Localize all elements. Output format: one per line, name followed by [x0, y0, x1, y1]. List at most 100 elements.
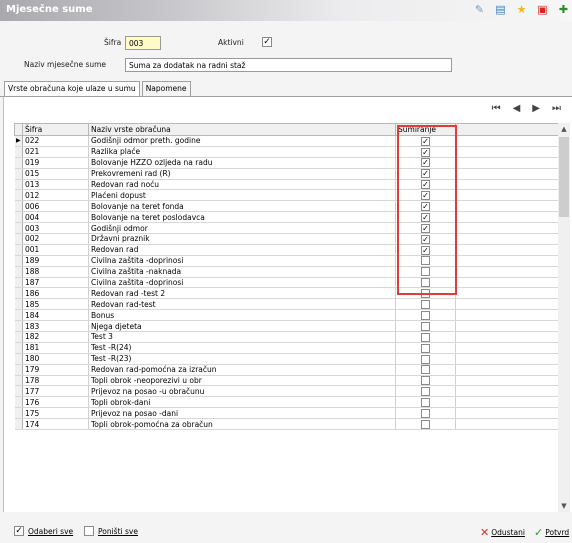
- edit-icon[interactable]: ✎: [473, 3, 486, 16]
- cell-naziv[interactable]: Redovan rad: [88, 244, 396, 256]
- pdf-icon[interactable]: ▣: [536, 3, 549, 16]
- cell-naziv[interactable]: Godišnji odmor: [88, 222, 396, 235]
- cell-sifra[interactable]: 185: [22, 298, 89, 311]
- sumiranje-checkbox[interactable]: [421, 310, 430, 320]
- cell-naziv[interactable]: Prijevoz na posao -u obračunu: [88, 385, 396, 398]
- cell-naziv[interactable]: Topli obrok-dani: [88, 396, 396, 409]
- table-row[interactable]: 006 Bolovanje na teret fonda ✓: [14, 200, 560, 213]
- last-record-icon[interactable]: ⏭: [552, 103, 561, 114]
- sumiranje-checkbox[interactable]: ✓: [421, 136, 430, 146]
- table-row[interactable]: 019 Bolovanje HZZO ozljeda na radu ✓: [14, 157, 560, 169]
- cell-sifra[interactable]: 180: [22, 353, 89, 365]
- cell-sifra[interactable]: 019: [22, 157, 89, 169]
- table-row[interactable]: 178 Topli obrok -neoporezivi u obr: [14, 375, 560, 387]
- sumiranje-checkbox[interactable]: [421, 278, 430, 287]
- table-row[interactable]: 012 Plaćeni dopust ✓: [14, 189, 560, 202]
- sumiranje-checkbox[interactable]: [421, 332, 430, 342]
- table-row[interactable]: 013 Redovan rad noću ✓: [14, 179, 560, 191]
- cell-naziv[interactable]: Njega djeteta: [88, 320, 396, 333]
- sumiranje-checkbox[interactable]: [421, 300, 430, 309]
- odaberi-sve-label[interactable]: Odaberi sve: [28, 527, 73, 536]
- sumiranje-checkbox[interactable]: [421, 256, 430, 266]
- sumiranje-checkbox[interactable]: [421, 321, 430, 331]
- table-row[interactable]: 184 Bonus: [14, 309, 560, 322]
- table-row[interactable]: 185 Redovan rad-test: [14, 298, 560, 311]
- table-row[interactable]: 189 Civilna zaštita -doprinosi: [14, 255, 560, 267]
- sumiranje-checkbox[interactable]: [421, 398, 430, 407]
- exit-icon[interactable]: ✚: [557, 3, 570, 16]
- first-record-icon[interactable]: ⏮: [492, 103, 501, 114]
- sumiranje-checkbox[interactable]: [421, 419, 430, 429]
- cell-naziv[interactable]: Test -R(23): [88, 353, 396, 365]
- sumiranje-checkbox[interactable]: [421, 387, 430, 396]
- cell-sifra[interactable]: 176: [22, 396, 89, 409]
- sumiranje-checkbox[interactable]: ✓: [421, 212, 430, 222]
- cell-sifra[interactable]: 174: [22, 418, 89, 431]
- cell-sifra[interactable]: 178: [22, 375, 89, 387]
- scroll-up-icon[interactable]: ▲: [558, 123, 570, 135]
- table-row[interactable]: 001 Redovan rad ✓: [14, 244, 560, 256]
- table-row[interactable]: 187 Civilna zaštita -doprinosi: [14, 277, 560, 289]
- cell-naziv[interactable]: Civilna zaštita -doprinosi: [88, 277, 396, 289]
- ponisti-sve-label[interactable]: Poništi sve: [98, 527, 138, 536]
- column-header-sifra[interactable]: Šifra: [22, 123, 89, 136]
- sumiranje-checkbox[interactable]: ✓: [421, 158, 430, 168]
- cell-sifra[interactable]: 184: [22, 309, 89, 322]
- cell-naziv[interactable]: Test 3: [88, 331, 396, 343]
- cell-sifra[interactable]: 177: [22, 385, 89, 398]
- cell-sifra[interactable]: 175: [22, 407, 89, 420]
- odaberi-sve-option[interactable]: ✓ Odaberi sve: [14, 526, 73, 536]
- sumiranje-checkbox[interactable]: ✓: [421, 223, 430, 233]
- column-header-naziv[interactable]: Naziv vrste obračuna: [88, 123, 396, 136]
- cell-naziv[interactable]: Plaćeni dopust: [88, 189, 396, 202]
- cell-sifra[interactable]: 187: [22, 277, 89, 289]
- cell-sifra[interactable]: 183: [22, 320, 89, 333]
- sumiranje-checkbox[interactable]: [421, 408, 430, 418]
- cell-sifra[interactable]: 181: [22, 342, 89, 354]
- cell-naziv[interactable]: Bonus: [88, 309, 396, 322]
- sumiranje-checkbox[interactable]: ✓: [421, 234, 430, 244]
- cell-naziv[interactable]: Civilna zaštita -naknada: [88, 266, 396, 278]
- odustani-label[interactable]: Odustani: [491, 528, 525, 537]
- ponisti-sve-checkbox[interactable]: [84, 526, 94, 536]
- table-row[interactable]: 002 Državni praznik ✓: [14, 233, 560, 245]
- cell-naziv[interactable]: Redovan rad noću: [88, 179, 396, 191]
- table-row[interactable]: 188 Civilna zaštita -naknada: [14, 266, 560, 278]
- column-header-sumiranje[interactable]: Sumiranje: [395, 123, 456, 136]
- sumiranje-checkbox[interactable]: [421, 267, 430, 277]
- sumiranje-checkbox[interactable]: [421, 376, 430, 385]
- table-row[interactable]: 182 Test 3: [14, 331, 560, 343]
- cell-sifra[interactable]: 001: [22, 244, 89, 256]
- table-row[interactable]: 021 Razlika plaće ✓: [14, 146, 560, 158]
- table-row[interactable]: 180 Test -R(23): [14, 353, 560, 365]
- table-row[interactable]: 004 Bolovanje na teret poslodavca ✓: [14, 211, 560, 224]
- cell-naziv[interactable]: Test -R(24): [88, 342, 396, 354]
- sumiranje-checkbox[interactable]: [421, 343, 430, 353]
- cell-naziv[interactable]: Bolovanje na teret poslodavca: [88, 211, 396, 224]
- cell-naziv[interactable]: Godišnji odmor preth. godine: [88, 135, 396, 147]
- cell-naziv[interactable]: Topli obrok -neoporezivi u obr: [88, 375, 396, 387]
- tab-napomene[interactable]: Napomene: [141, 81, 191, 96]
- cell-naziv[interactable]: Topli obrok-pomoćna za obračun: [88, 418, 396, 431]
- table-row[interactable]: 181 Test -R(24): [14, 342, 560, 354]
- aktivni-checkbox[interactable]: ✓: [262, 37, 272, 47]
- cell-sifra[interactable]: 189: [22, 255, 89, 267]
- cell-sifra[interactable]: 182: [22, 331, 89, 343]
- sumiranje-checkbox[interactable]: ✓: [421, 169, 430, 179]
- ponisti-sve-option[interactable]: Poništi sve: [84, 526, 138, 536]
- table-row[interactable]: 174 Topli obrok-pomoćna za obračun: [14, 418, 560, 431]
- cell-sifra[interactable]: 003: [22, 222, 89, 235]
- cell-naziv[interactable]: Redovan rad -test 2: [88, 287, 396, 300]
- star-icon[interactable]: ★: [515, 3, 528, 16]
- sumiranje-checkbox[interactable]: [421, 289, 430, 298]
- table-row[interactable]: 003 Godišnji odmor ✓: [14, 222, 560, 235]
- odustani-button[interactable]: ✕ Odustani: [480, 526, 525, 539]
- sumiranje-checkbox[interactable]: ✓: [421, 191, 430, 200]
- cell-sifra[interactable]: 186: [22, 287, 89, 300]
- sumiranje-checkbox[interactable]: ✓: [421, 202, 430, 211]
- cell-naziv[interactable]: Redovan rad-test: [88, 298, 396, 311]
- cell-naziv[interactable]: Prekovremeni rad (R): [88, 168, 396, 180]
- sumiranje-checkbox[interactable]: ✓: [421, 245, 430, 255]
- cell-sifra[interactable]: 015: [22, 168, 89, 180]
- table-row[interactable]: ▶ 022 Godišnji odmor preth. godine ✓: [14, 135, 560, 147]
